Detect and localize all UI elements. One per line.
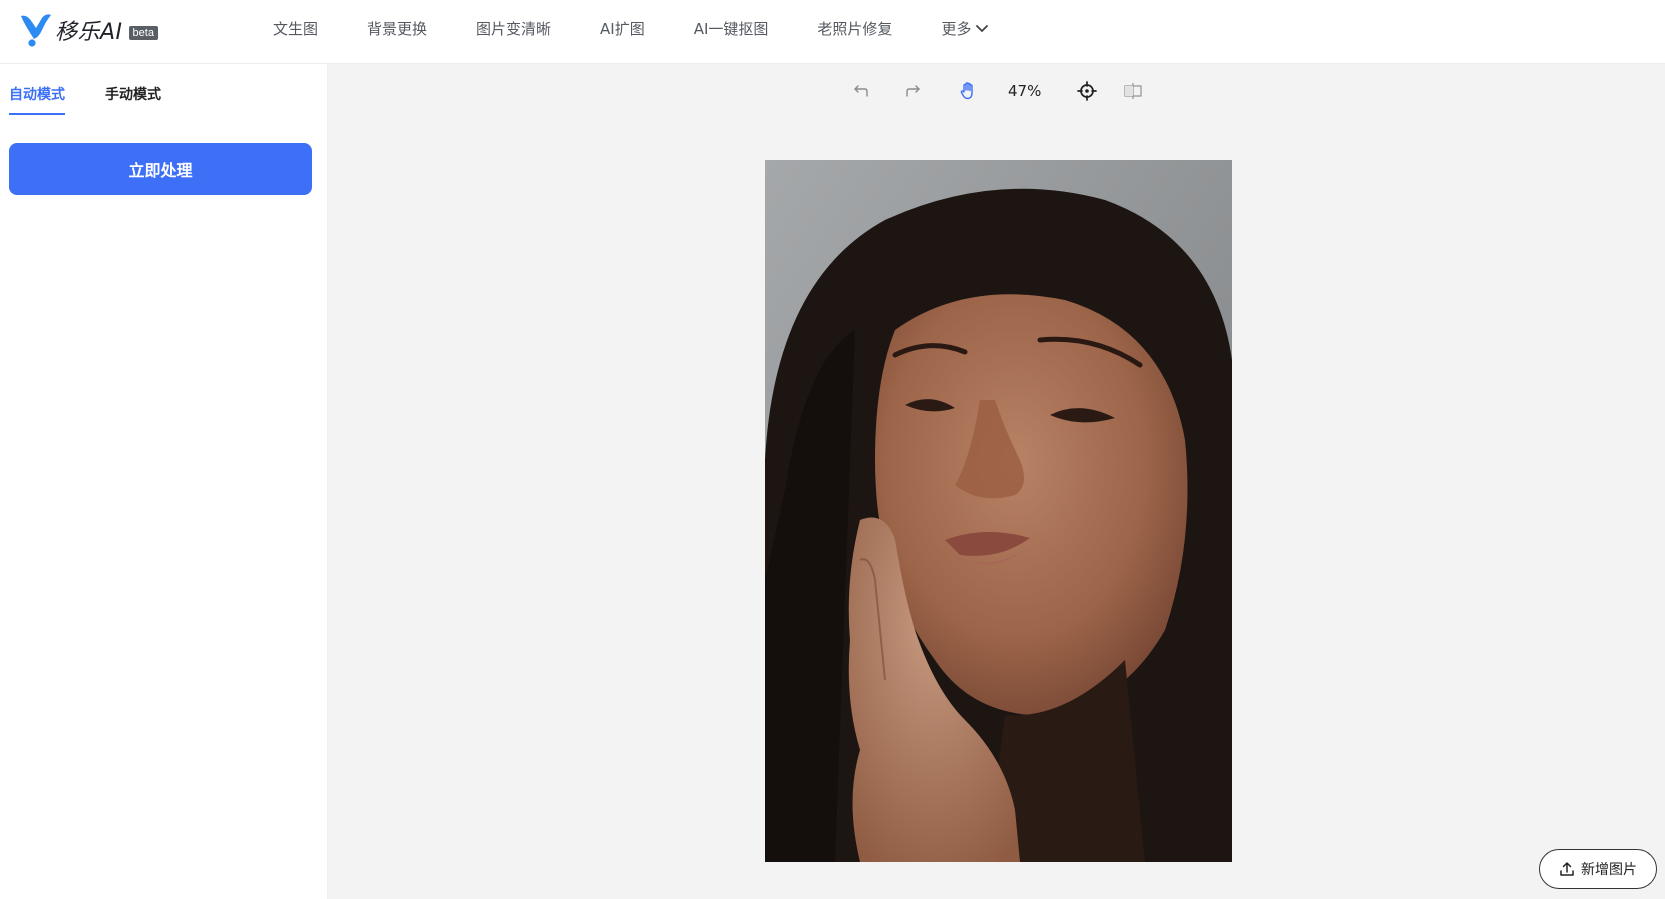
crosshair-icon[interactable]: [1075, 79, 1099, 103]
mode-tabs: 自动模式 手动模式: [9, 84, 201, 115]
portrait-illustration: [765, 160, 1232, 862]
undo-icon[interactable]: [848, 79, 872, 103]
nav-ai-expand[interactable]: AI扩图: [600, 18, 645, 39]
redo-icon[interactable]: [902, 79, 926, 103]
top-header: 移乐AI beta 文生图 背景更换 图片变清晰 AI扩图 AI一键抠图 老照片…: [0, 0, 1665, 64]
zoom-level[interactable]: 47%: [1008, 82, 1041, 100]
compare-icon[interactable]: [1121, 79, 1145, 103]
chevron-down-icon: [976, 25, 989, 32]
canvas-toolbar: 47%: [848, 76, 1145, 106]
canvas-area: 47% 新增图片: [328, 64, 1665, 899]
logo-mark-icon: [21, 14, 51, 47]
upload-icon: [1560, 862, 1574, 876]
main-nav: 文生图 背景更换 图片变清晰 AI扩图 AI一键抠图 老照片修复 更多: [273, 0, 989, 56]
nav-ai-cutout[interactable]: AI一键抠图: [694, 18, 769, 39]
beta-badge: beta: [128, 26, 158, 40]
nav-more-label: 更多: [941, 19, 972, 38]
tab-auto-mode[interactable]: 自动模式: [9, 84, 65, 115]
add-image-label: 新增图片: [1581, 862, 1637, 878]
portrait-photo[interactable]: [765, 160, 1232, 862]
brand-name: 移乐AI: [55, 20, 123, 45]
nav-image-enhance[interactable]: 图片变清晰: [476, 18, 551, 39]
add-image-button[interactable]: 新增图片: [1539, 849, 1657, 889]
process-now-button[interactable]: 立即处理: [9, 143, 312, 195]
tab-manual-mode[interactable]: 手动模式: [105, 84, 161, 115]
hand-icon[interactable]: [956, 79, 980, 103]
nav-more[interactable]: 更多: [941, 18, 989, 39]
nav-background-replace[interactable]: 背景更换: [367, 18, 427, 39]
logo[interactable]: 移乐AI beta: [20, 12, 158, 48]
nav-text-to-image[interactable]: 文生图: [273, 18, 318, 39]
nav-photo-restore[interactable]: 老照片修复: [817, 18, 892, 39]
left-panel: 自动模式 手动模式 立即处理: [0, 64, 328, 899]
